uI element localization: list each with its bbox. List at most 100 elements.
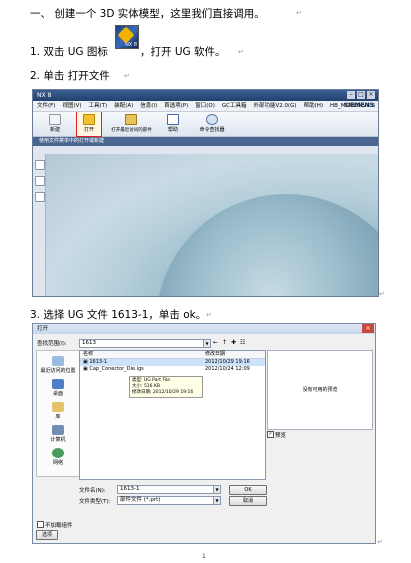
heading: 一、 创建一个 3D 实体模型，这里我们直接调用。: [30, 8, 265, 20]
look-in-value: 1613: [82, 340, 96, 346]
ug-logo-icon: [117, 26, 135, 44]
column-name[interactable]: 名称: [80, 351, 205, 358]
place-network[interactable]: 网络: [37, 448, 79, 466]
menu-view[interactable]: 视图(V): [62, 101, 81, 111]
nx-workspace: [33, 154, 378, 296]
open-recent-label: 打开最近访问的部件: [110, 127, 152, 133]
command-finder-label: 命令查找器: [199, 127, 225, 133]
globe-background-image: [156, 194, 378, 296]
place-computer[interactable]: 计算机: [37, 425, 79, 443]
file-name: Cap_Conector_Die.igs: [89, 366, 144, 372]
file-row[interactable]: ▣ Cap_Conector_Die.igs 2012/10/24 12:09: [80, 366, 265, 373]
place-recent-label: 最近访问的位置: [40, 368, 76, 374]
menu-external[interactable]: 外部功能V2.0(G): [254, 101, 297, 111]
nx-window-title: NX 8: [37, 92, 52, 99]
nx-title-bar: NX 8 – □ ×: [33, 90, 378, 101]
paragraph-mark-icon: ↵: [377, 538, 383, 546]
new-button-label: 新建: [49, 127, 60, 133]
menu-window[interactable]: 窗口(O): [195, 101, 215, 111]
resource-bar: [33, 154, 46, 296]
place-desktop[interactable]: 桌面: [37, 379, 79, 397]
command-finder-button[interactable]: 命令查找器: [195, 112, 229, 136]
places-bar: 最近访问的位置 桌面 库 计算机 网络: [36, 350, 80, 477]
help-button-label: 帮助: [167, 127, 178, 133]
paragraph-mark-icon: ↵: [296, 9, 302, 17]
new-file-icon: [49, 114, 61, 125]
nx-menu-bar: 文件(F) 视图(V) 工具(T) 装配(A) 信息(I) 首选项(P) 窗口(…: [33, 101, 378, 112]
menu-tools[interactable]: 工具(T): [89, 101, 108, 111]
libraries-icon: [52, 402, 64, 412]
history-icon[interactable]: [35, 176, 45, 186]
nx-main-window: NX 8 – □ × 文件(F) 视图(V) 工具(T) 装配(A) 信息(I) 首…: [32, 89, 379, 297]
place-recent[interactable]: 最近访问的位置: [37, 356, 79, 374]
resource-tab-icon[interactable]: [35, 160, 45, 170]
minimize-icon[interactable]: –: [347, 91, 355, 99]
file-info-tooltip: 类型: UG Part File 大小: 516 KB 修改日期: 2012/1…: [129, 376, 203, 398]
filename-input[interactable]: 1613-1 ▼: [117, 485, 221, 494]
place-libraries-label: 库: [55, 414, 61, 420]
chevron-down-icon: ▼: [213, 497, 220, 504]
filename-value: 1613-1: [120, 486, 140, 492]
no-load-components-label: 不加载组件: [45, 523, 73, 529]
nx-toolbar: 新建 打开 打开最近访问的部件 帮助 命令查找器: [33, 111, 378, 137]
column-modified[interactable]: 修改日期: [205, 351, 265, 358]
filetype-value: 部件文件 (*.prt): [120, 497, 161, 503]
step-1-text-before: 1. 双击 UG 图标: [30, 46, 108, 58]
network-icon: [52, 448, 64, 458]
paragraph-mark-icon: ↵: [379, 290, 385, 298]
open-file-dialog: 打开 × 查找范围(I): 1613 ▼ ← ↑ ✚ ☷ 最近访问的位置 桌面 …: [32, 323, 376, 544]
ug-nx-app-icon[interactable]: NX 8: [115, 25, 139, 49]
view-menu-icon[interactable]: ☷: [240, 339, 245, 346]
help-button[interactable]: 帮助: [161, 112, 185, 136]
filetype-dropdown[interactable]: 部件文件 (*.prt) ▼: [117, 496, 221, 505]
help-icon: [167, 114, 179, 125]
menu-file[interactable]: 文件(F): [37, 101, 55, 111]
menu-information[interactable]: 信息(I): [140, 101, 157, 111]
ok-button[interactable]: OK: [229, 485, 267, 495]
open-button[interactable]: 打开: [76, 111, 102, 137]
look-in-label: 查找范围(I):: [37, 341, 67, 347]
place-desktop-label: 桌面: [52, 391, 63, 397]
step-2-text: 2. 单击 打开文件: [30, 70, 110, 82]
look-in-dropdown[interactable]: 1613 ▼: [79, 339, 211, 348]
place-computer-label: 计算机: [50, 437, 66, 443]
new-folder-icon[interactable]: ✚: [231, 339, 236, 346]
menu-assemblies[interactable]: 装配(A): [114, 101, 133, 111]
open-folder-icon: [83, 114, 95, 125]
new-button[interactable]: 新建: [43, 112, 67, 136]
preview-checkbox[interactable]: ✓: [267, 431, 274, 438]
menu-gc-toolkit[interactable]: GC工具箱: [222, 101, 247, 111]
menu-help[interactable]: 帮助(H): [304, 101, 323, 111]
close-icon[interactable]: ×: [362, 324, 374, 333]
roles-icon[interactable]: [35, 192, 45, 202]
tooltip-modified: 修改日期: 2012/10/29 19:16: [132, 390, 194, 395]
open-recent-button[interactable]: 打开最近访问的部件: [111, 112, 151, 136]
recent-folder-icon: [125, 114, 137, 125]
place-libraries[interactable]: 库: [37, 402, 79, 420]
menu-preferences[interactable]: 首选项(P): [164, 101, 188, 111]
cancel-button[interactable]: 取消: [229, 496, 267, 506]
open-button-label: 打开: [83, 127, 94, 133]
filetype-label: 文件类型(T):: [79, 499, 111, 505]
file-date: 2012/10/29 19:16: [205, 359, 250, 365]
maximize-icon[interactable]: □: [357, 91, 365, 99]
file-row[interactable]: ▣ 1613-1 2012/10/29 19:16: [80, 359, 265, 366]
command-finder-icon: [206, 114, 218, 125]
ug-icon-caption: NX 8: [125, 42, 137, 48]
up-folder-icon[interactable]: ↑: [222, 339, 227, 346]
options-button[interactable]: 选项: [36, 530, 58, 540]
recent-places-icon: [52, 356, 64, 366]
back-icon[interactable]: ←: [213, 339, 218, 346]
close-icon[interactable]: ×: [367, 91, 375, 99]
preview-text: 没有可用的预览: [302, 387, 338, 393]
file-list-header: 名称 修改日期: [80, 351, 265, 359]
file-name: 1613-1: [89, 359, 108, 365]
nx-resource-hint: 使用文件菜单中的打开或新建: [33, 137, 378, 146]
file-date: 2012/10/24 12:09: [205, 366, 250, 372]
step-1-text-after: ，打开 UG 软件。: [140, 46, 226, 58]
preview-pane: 没有可用的预览: [267, 350, 373, 430]
desktop-icon: [52, 379, 64, 389]
no-load-components-checkbox[interactable]: [37, 521, 44, 528]
siemens-logo: SIEMENS: [343, 102, 374, 109]
preview-checkbox-label: 预览: [275, 433, 287, 439]
